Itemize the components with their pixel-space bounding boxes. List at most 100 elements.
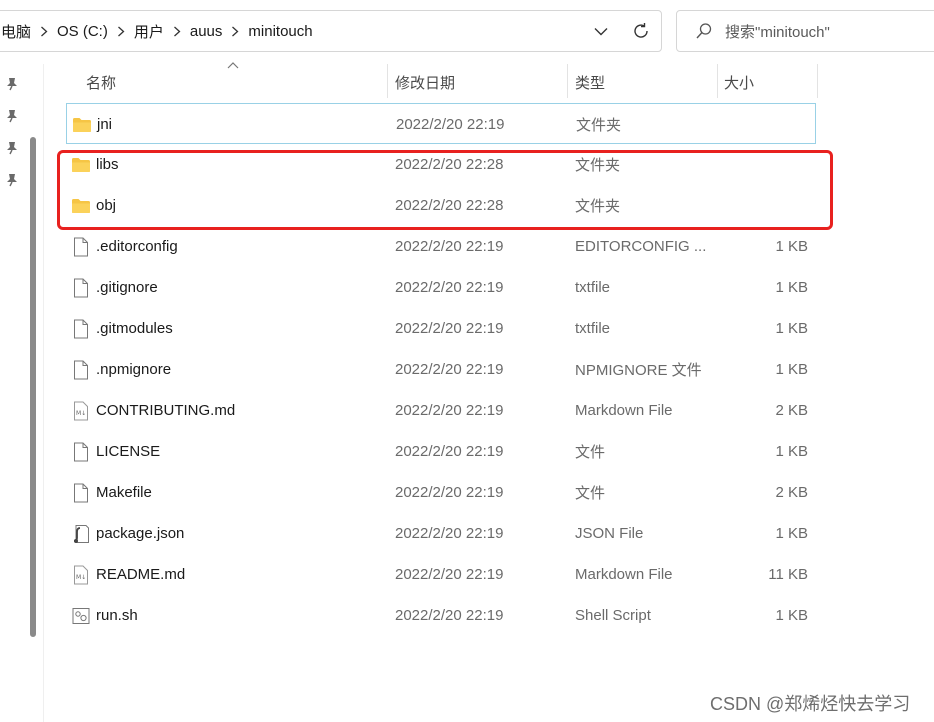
- file-type: NPMIGNORE 文件: [575, 362, 702, 379]
- file-type: 文件夹: [575, 198, 621, 215]
- file-name[interactable]: .editorconfig: [96, 226, 178, 267]
- folder-icon: [71, 104, 93, 145]
- markdown-file-icon: M↓: [70, 390, 92, 431]
- file-name[interactable]: .npmignore: [96, 349, 171, 390]
- search-icon: [693, 20, 715, 42]
- breadcrumb-this-pc[interactable]: 电脑: [1, 21, 31, 42]
- file-name[interactable]: README.md: [96, 554, 185, 595]
- column-divider[interactable]: [567, 64, 568, 98]
- file-row[interactable]: LICENSE 2022/2/20 22:19 文件 1 KB: [66, 431, 816, 472]
- file-row[interactable]: M↓ README.md 2022/2/20 22:19 Markdown File 1…: [66, 554, 816, 595]
- file-name[interactable]: CONTRIBUTING.md: [96, 390, 235, 431]
- refresh-icon: [634, 23, 648, 38]
- folder-icon: [70, 144, 92, 185]
- file-size: 1 KB: [775, 443, 808, 460]
- file-name[interactable]: run.sh: [96, 595, 138, 636]
- chevron-right-icon[interactable]: [167, 21, 187, 41]
- search-placeholder: 搜索"minitouch": [725, 23, 830, 41]
- column-divider[interactable]: [717, 64, 718, 98]
- file-name[interactable]: LICENSE: [96, 431, 160, 472]
- file-modified-date: 2022/2/20 22:19: [395, 279, 504, 296]
- column-header-modified[interactable]: 修改日期: [395, 64, 565, 100]
- address-bar[interactable]: 电脑 OS (C:) 用户 auus minitouch: [0, 10, 662, 52]
- search-box[interactable]: 搜索"minitouch": [676, 10, 934, 52]
- file-row[interactable]: run.sh 2022/2/20 22:19 Shell Script 1 KB: [66, 595, 816, 636]
- file-size: 11 KB: [768, 566, 808, 583]
- navigation-scrollbar[interactable]: [30, 137, 36, 637]
- file-size: 1 KB: [775, 361, 808, 378]
- file-size: 1 KB: [775, 525, 808, 542]
- chevron-right-icon[interactable]: [225, 21, 245, 41]
- file-modified-date: 2022/2/20 22:19: [395, 525, 504, 542]
- chevron-down-icon: [594, 27, 608, 35]
- file-row[interactable]: .npmignore 2022/2/20 22:19 NPMIGNORE 文件 1 K…: [66, 349, 816, 390]
- chevron-right-icon[interactable]: [34, 21, 54, 41]
- pin-icon[interactable]: [4, 108, 20, 124]
- file-name[interactable]: obj: [96, 185, 116, 226]
- file-type: EDITORCONFIG ...: [575, 238, 707, 255]
- file-row[interactable]: M↓ CONTRIBUTING.md 2022/2/20 22:19 Markdown…: [66, 390, 816, 431]
- file-name[interactable]: .gitignore: [96, 267, 158, 308]
- watermark: CSDN @郑烯烃快去学习: [710, 694, 911, 714]
- file-row[interactable]: .editorconfig 2022/2/20 22:19 EDITORCONFIG…: [66, 226, 816, 267]
- shell-script-icon: [70, 595, 92, 636]
- file-modified-date: 2022/2/20 22:19: [395, 361, 504, 378]
- file-size: [716, 144, 808, 185]
- column-headers: 名称 修改日期 类型 大小: [66, 62, 826, 100]
- column-divider[interactable]: [817, 64, 818, 98]
- file-type: 文件: [575, 485, 606, 502]
- file-name[interactable]: jni: [97, 104, 112, 145]
- file-icon: [70, 431, 92, 472]
- file-size: 2 KB: [775, 402, 808, 419]
- json-file-icon: [70, 513, 92, 554]
- svg-text:M↓: M↓: [76, 574, 86, 581]
- breadcrumb: 电脑 OS (C:) 用户 auus minitouch: [0, 21, 313, 42]
- file-modified-date: 2022/2/20 22:19: [395, 484, 504, 501]
- file-name[interactable]: Makefile: [96, 472, 152, 513]
- file-row[interactable]: package.json 2022/2/20 22:19 JSON File 1 KB: [66, 513, 816, 554]
- column-header-size[interactable]: 大小: [724, 64, 814, 100]
- file-modified-date: 2022/2/20 22:19: [395, 443, 504, 460]
- file-modified-date: 2022/2/20 22:19: [396, 116, 505, 133]
- file-modified-date: 2022/2/20 22:19: [395, 566, 504, 583]
- markdown-file-icon: M↓: [70, 554, 92, 595]
- file-modified-date: 2022/2/20 22:19: [395, 238, 504, 255]
- file-modified-date: 2022/2/20 22:19: [395, 320, 504, 337]
- history-dropdown-button[interactable]: [581, 11, 621, 51]
- breadcrumb-user[interactable]: auus: [190, 23, 223, 40]
- pin-icon[interactable]: [4, 172, 20, 188]
- file-type: 文件夹: [575, 157, 621, 174]
- file-icon: [70, 308, 92, 349]
- file-row[interactable]: libs 2022/2/20 22:28 文件夹: [66, 144, 816, 185]
- file-row[interactable]: .gitignore 2022/2/20 22:19 txtfile 1 KB: [66, 267, 816, 308]
- refresh-button[interactable]: [621, 11, 661, 51]
- file-size: 1 KB: [775, 238, 808, 255]
- file-icon: [70, 472, 92, 513]
- breadcrumb-users[interactable]: 用户: [134, 21, 164, 42]
- file-name[interactable]: package.json: [96, 513, 184, 554]
- file-modified-date: 2022/2/20 22:19: [395, 402, 504, 419]
- file-list: jni 2022/2/20 22:19 文件夹 libs 2022/2/20 22:28…: [66, 103, 816, 636]
- breadcrumb-current-folder[interactable]: minitouch: [248, 23, 312, 40]
- breadcrumb-drive[interactable]: OS (C:): [57, 23, 108, 40]
- column-header-name[interactable]: 名称: [86, 64, 386, 100]
- pin-icon[interactable]: [4, 140, 20, 156]
- chevron-right-icon[interactable]: [111, 21, 131, 41]
- file-size: 1 KB: [775, 607, 808, 624]
- file-type: JSON File: [575, 525, 644, 542]
- navigation-pane: [0, 64, 44, 722]
- file-icon: [70, 349, 92, 390]
- pin-icon[interactable]: [4, 76, 20, 92]
- file-row[interactable]: Makefile 2022/2/20 22:19 文件 2 KB: [66, 472, 816, 513]
- folder-icon: [70, 185, 92, 226]
- file-row[interactable]: obj 2022/2/20 22:28 文件夹: [66, 185, 816, 226]
- svg-text:M↓: M↓: [76, 410, 86, 417]
- file-row[interactable]: jni 2022/2/20 22:19 文件夹: [66, 103, 816, 144]
- column-header-type[interactable]: 类型: [575, 64, 715, 100]
- file-modified-date: 2022/2/20 22:28: [395, 156, 504, 173]
- file-row[interactable]: .gitmodules 2022/2/20 22:19 txtfile 1 KB: [66, 308, 816, 349]
- file-name[interactable]: libs: [96, 144, 119, 185]
- file-name[interactable]: .gitmodules: [96, 308, 173, 349]
- column-divider[interactable]: [387, 64, 388, 98]
- file-type: Markdown File: [575, 402, 673, 419]
